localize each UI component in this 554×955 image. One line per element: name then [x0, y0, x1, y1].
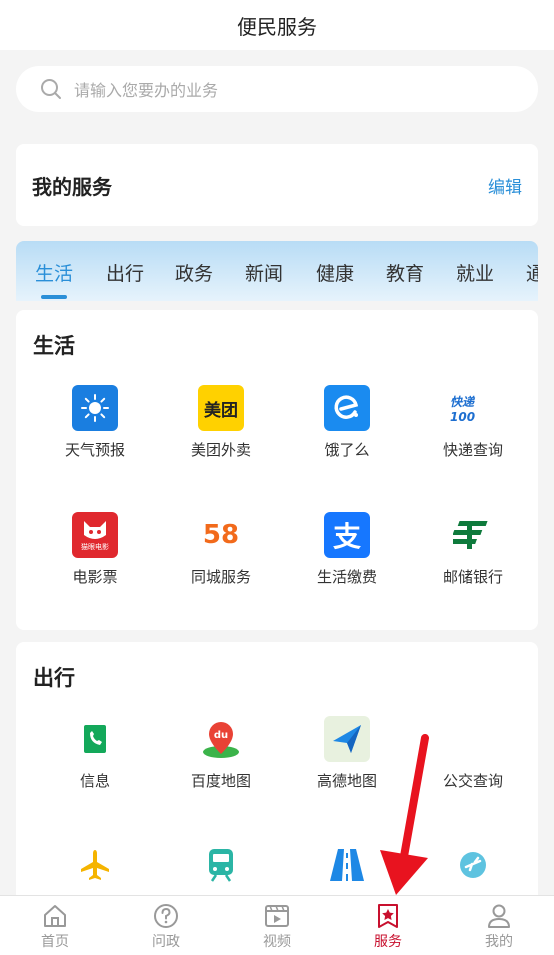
bus-query-icon	[450, 716, 496, 762]
tab-travel[interactable]: 出行	[106, 259, 144, 286]
service-info[interactable]: 信息	[32, 716, 158, 791]
service-label: 同城服务	[190, 568, 251, 586]
amap-icon	[324, 716, 370, 762]
alipay-icon: 支	[324, 512, 370, 558]
service-label: 邮储银行	[442, 568, 503, 586]
baidu-map-icon: du	[198, 716, 244, 762]
service-label: 信息	[79, 772, 110, 790]
tab-more[interactable]: 通	[526, 259, 538, 286]
service-amap[interactable]: 高德地图	[284, 716, 410, 791]
train-icon	[198, 842, 244, 888]
tabbar-home[interactable]: 首页	[0, 896, 110, 955]
tabbar-label: 服务	[374, 934, 402, 950]
service-postal-bank[interactable]: 邮储银行	[410, 512, 536, 587]
tabbar-label: 问政	[152, 934, 180, 950]
service-bus-query[interactable]: 公交查询	[410, 716, 536, 791]
service-label: 美团外卖	[190, 441, 251, 459]
service-label: 公交查询	[442, 772, 503, 790]
question-icon	[154, 904, 178, 928]
home-icon	[44, 905, 66, 927]
service-baidu-map[interactable]: du 百度地图	[158, 716, 284, 791]
tab-government[interactable]: 政务	[175, 259, 213, 286]
search-input[interactable]: 请输入您要办的业务	[74, 77, 218, 101]
service-label: 生活缴费	[316, 568, 377, 586]
search-icon	[41, 79, 61, 99]
service-express[interactable]: 快递100 快递查询	[410, 385, 536, 460]
baidu-du-text: du	[214, 730, 228, 741]
tab-news[interactable]: 新闻	[245, 259, 283, 286]
tab-employment[interactable]: 就业	[456, 259, 494, 286]
service-eleme[interactable]: 饿了么	[284, 385, 410, 460]
edit-button[interactable]: 编辑	[488, 173, 522, 198]
service-label: 百度地图	[190, 772, 251, 790]
meituan-icon: 美团	[198, 385, 244, 431]
phone-book-icon	[72, 716, 118, 762]
service-flight[interactable]	[32, 842, 158, 896]
tabbar-profile[interactable]: 我的	[444, 896, 554, 955]
search-bar[interactable]: 请输入您要办的业务	[16, 66, 538, 112]
category-tabs: 生活 出行 政务 新闻 健康 教育 就业 通	[16, 241, 538, 301]
service-label: 快递查询	[442, 441, 503, 459]
travel-section: 出行 信息 du 百度地图 高德地图 公交查询	[16, 642, 538, 902]
service-label: 电影票	[72, 568, 118, 586]
tabbar-video[interactable]: 视频	[222, 896, 332, 955]
profile-icon	[488, 904, 510, 928]
flight-status-icon	[450, 842, 496, 888]
service-label: 高德地图	[316, 772, 377, 790]
bottom-tab-bar: 首页 问政 视频 服务 我的	[0, 895, 554, 955]
service-alipay[interactable]: 支 生活缴费	[284, 512, 410, 587]
tabbar-label: 首页	[41, 934, 69, 950]
service-label: 饿了么	[324, 441, 370, 459]
tabbar-label: 我的	[485, 934, 513, 950]
service-flight-status[interactable]	[410, 842, 536, 896]
tab-education[interactable]: 教育	[386, 259, 424, 286]
life-section-title: 生活	[33, 334, 75, 358]
highway-icon	[324, 842, 370, 888]
postal-bank-icon	[450, 512, 496, 558]
tabbar-service[interactable]: 服务	[333, 896, 443, 955]
airplane-icon	[72, 842, 118, 888]
life-section: 生活 天气预报 美团 美团外卖 饿了么 快递100 快递查询 猫眼电影 电影票 …	[16, 310, 538, 630]
video-icon	[265, 905, 289, 927]
maoyan-text: 猫眼电影	[81, 543, 109, 551]
tab-health[interactable]: 健康	[316, 259, 354, 286]
service-highway[interactable]	[284, 842, 410, 896]
weather-icon	[72, 385, 118, 431]
service-star-icon	[378, 904, 398, 928]
service-weather[interactable]: 天气预报	[32, 385, 158, 460]
service-58[interactable]: 58 同城服务	[158, 512, 284, 587]
express-icon: 快递100	[450, 394, 476, 424]
service-train[interactable]	[158, 842, 284, 896]
my-services-card: 我的服务 编辑	[16, 144, 538, 226]
tabbar-inquiry[interactable]: 问政	[111, 896, 221, 955]
page-title: 便民服务	[237, 14, 317, 39]
maoyan-movie-icon: 猫眼电影	[72, 512, 118, 558]
my-services-title: 我的服务	[32, 174, 112, 199]
tabbar-label: 视频	[263, 934, 291, 950]
tab-life[interactable]: 生活	[35, 259, 73, 286]
service-label: 天气预报	[64, 441, 125, 459]
active-tab-indicator	[41, 295, 67, 299]
service-movie[interactable]: 猫眼电影 电影票	[32, 512, 158, 587]
page-header: 便民服务	[0, 0, 554, 50]
58-icon: 58	[202, 520, 240, 550]
eleme-icon	[324, 385, 370, 431]
service-meituan[interactable]: 美团 美团外卖	[158, 385, 284, 460]
travel-section-title: 出行	[33, 666, 75, 690]
